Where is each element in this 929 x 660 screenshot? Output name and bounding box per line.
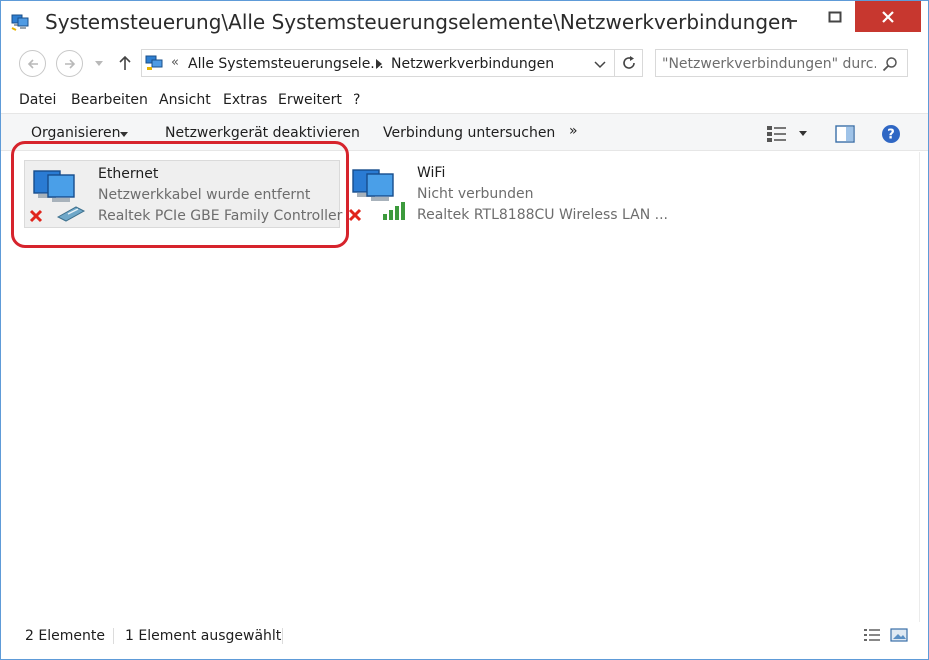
maximize-button[interactable] bbox=[815, 1, 855, 32]
details-view-icon[interactable] bbox=[863, 628, 881, 642]
search-box[interactable] bbox=[655, 49, 908, 77]
connection-device: Realtek PCIe GBE Family Controller bbox=[98, 208, 343, 224]
chevron-down-icon[interactable] bbox=[799, 131, 807, 136]
maximize-icon bbox=[828, 11, 842, 22]
minimize-icon bbox=[787, 19, 797, 22]
close-button[interactable] bbox=[855, 1, 921, 32]
disable-device-button[interactable]: Netzwerkgerät deaktivieren bbox=[165, 125, 360, 141]
menu-help[interactable]: ? bbox=[353, 92, 360, 108]
menu-tools[interactable]: Extras bbox=[223, 92, 267, 108]
back-button[interactable] bbox=[19, 50, 46, 77]
control-panel-icon bbox=[145, 55, 163, 70]
command-bar: Organisieren Netzwerkgerät deaktivieren … bbox=[1, 113, 928, 151]
diagnose-connection-button[interactable]: Verbindung untersuchen bbox=[383, 125, 555, 141]
navigation-bar: « Alle Systemsteuerungsele... Netzwerkve… bbox=[1, 45, 928, 83]
status-bar: 2 Elemente 1 Element ausgewählt bbox=[1, 622, 928, 650]
breadcrumb-arrow-icon[interactable] bbox=[375, 59, 383, 69]
breadcrumb-current[interactable]: Netzwerkverbindungen bbox=[391, 56, 554, 72]
connection-status: Netzwerkkabel wurde entfernt bbox=[98, 187, 311, 203]
arrow-right-icon bbox=[64, 58, 75, 69]
network-connections-icon bbox=[11, 14, 29, 31]
menu-file[interactable]: Datei bbox=[19, 92, 56, 108]
connection-item-ethernet[interactable]: Ethernet Netzwerkkabel wurde entfernt Re… bbox=[24, 160, 343, 228]
wifi-disconnected-icon bbox=[348, 169, 405, 222]
svg-text:?: ? bbox=[887, 128, 895, 143]
breadcrumb-parent[interactable]: Alle Systemsteuerungsele... bbox=[188, 56, 384, 72]
search-input[interactable] bbox=[662, 54, 876, 74]
menu-advanced[interactable]: Erweitert bbox=[278, 92, 342, 108]
minimize-button[interactable] bbox=[769, 1, 815, 32]
close-icon bbox=[882, 10, 894, 23]
divider bbox=[282, 628, 283, 644]
help-icon[interactable]: ? bbox=[881, 124, 901, 144]
arrow-up-icon bbox=[119, 55, 131, 70]
divider bbox=[919, 152, 920, 650]
menu-view[interactable]: Ansicht bbox=[159, 92, 211, 108]
address-bar[interactable]: « Alle Systemsteuerungsele... Netzwerkve… bbox=[141, 49, 615, 77]
breadcrumb-overflow[interactable]: « bbox=[171, 55, 179, 70]
menu-bar: Datei Bearbeiten Ansicht Extras Erweiter… bbox=[1, 89, 928, 113]
forward-button[interactable] bbox=[56, 50, 83, 77]
chevron-down-icon bbox=[95, 60, 103, 66]
up-button[interactable] bbox=[115, 53, 135, 73]
connection-device: Realtek RTL8188CU Wireless LAN ... bbox=[417, 207, 669, 223]
large-icons-view-icon[interactable] bbox=[890, 628, 908, 642]
chevron-down-icon[interactable] bbox=[120, 132, 128, 137]
explorer-window: Systemsteuerung\Alle Systemsteuerungsele… bbox=[0, 0, 929, 660]
ethernet-disconnected-icon bbox=[29, 170, 86, 223]
item-count: 2 Elemente bbox=[25, 628, 105, 644]
preview-pane-icon[interactable] bbox=[835, 125, 855, 143]
chevron-down-icon[interactable] bbox=[594, 58, 606, 70]
title-bar[interactable]: Systemsteuerung\Alle Systemsteuerungsele… bbox=[1, 1, 928, 41]
organize-button[interactable]: Organisieren bbox=[31, 125, 121, 141]
refresh-icon bbox=[622, 56, 635, 69]
change-view-icon[interactable] bbox=[766, 125, 788, 143]
recent-locations-button[interactable] bbox=[93, 55, 105, 71]
search-icon[interactable] bbox=[882, 56, 898, 72]
refresh-button[interactable] bbox=[615, 49, 643, 77]
divider bbox=[113, 628, 114, 644]
selection-count: 1 Element ausgewählt bbox=[125, 628, 282, 644]
more-commands-button[interactable]: » bbox=[569, 123, 578, 139]
window-title: Systemsteuerung\Alle Systemsteuerungsele… bbox=[45, 10, 794, 34]
connections-list[interactable]: Ethernet Netzwerkkabel wurde entfernt Re… bbox=[1, 152, 928, 622]
connection-name: WiFi bbox=[417, 165, 446, 181]
menu-edit[interactable]: Bearbeiten bbox=[71, 92, 148, 108]
arrow-left-icon bbox=[27, 58, 38, 69]
connection-item-wifi[interactable]: WiFi Nicht verbunden Realtek RTL8188CU W… bbox=[344, 160, 668, 228]
connection-name: Ethernet bbox=[98, 166, 159, 182]
connection-status: Nicht verbunden bbox=[417, 186, 534, 202]
